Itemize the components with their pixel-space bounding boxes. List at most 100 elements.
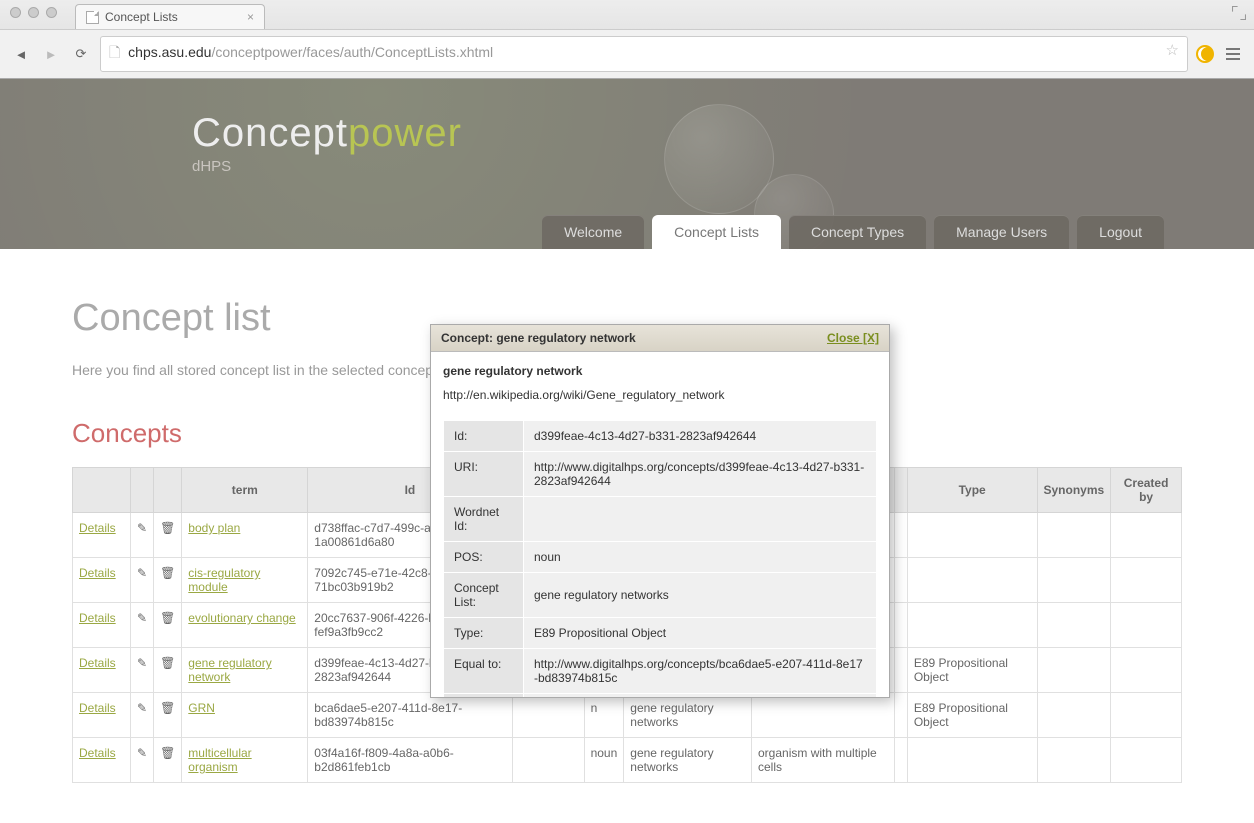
type-cell: E89 Propositional Object [907, 648, 1037, 693]
browser-chrome: Concept Lists × ◄ ► ⟳ 🗋 chps.asu.edu/con… [0, 0, 1254, 79]
detail-value [524, 497, 877, 542]
detail-value: gene regulatory networks [524, 573, 877, 618]
table-header-cell [154, 468, 182, 513]
wordnet-cell [512, 693, 584, 738]
close-tab-icon[interactable]: × [247, 10, 254, 24]
term-link[interactable]: cis-regulatory module [188, 566, 260, 594]
spare-cell [894, 603, 907, 648]
term-link[interactable]: gene regulatory network [188, 656, 271, 684]
list-cell: gene regulatory networks [624, 693, 752, 738]
createdby-cell [1111, 603, 1182, 648]
delete-icon[interactable]: 🗑 [154, 693, 182, 738]
id-cell: 03f4a16f-f809-4a8a-a0b6-b2d861feb1cb [308, 738, 512, 783]
detail-row: Equal to:http://www.digitalhps.org/conce… [444, 649, 877, 694]
type-cell [907, 738, 1037, 783]
reload-button[interactable]: ⟳ [70, 43, 92, 65]
createdby-cell [1111, 558, 1182, 603]
desc-cell: organism with multiple cells [752, 738, 895, 783]
table-header-cell [73, 468, 131, 513]
nav-tab-logout[interactable]: Logout [1077, 215, 1164, 249]
list-cell: gene regulatory networks [624, 738, 752, 783]
address-bar[interactable]: 🗋 chps.asu.edu/conceptpower/faces/auth/C… [100, 36, 1188, 72]
id-cell: bca6dae5-e207-411d-8e17-bd83974b815c [308, 693, 512, 738]
details-link[interactable]: Details [79, 521, 116, 535]
synonyms-cell [1037, 513, 1111, 558]
forward-button: ► [40, 43, 62, 65]
zoom-window-icon[interactable] [46, 7, 57, 18]
wordnet-cell [512, 738, 584, 783]
edit-icon[interactable]: ✎ [131, 603, 154, 648]
detail-value: http://www.digitalhps.org/concepts/bca6d… [524, 649, 877, 694]
detail-key: Id: [444, 421, 524, 452]
delete-icon[interactable]: 🗑 [154, 558, 182, 603]
table-row: Details ✎🗑 GRN bca6dae5-e207-411d-8e17-bd83… [73, 693, 1182, 738]
spare-cell [894, 513, 907, 558]
details-link[interactable]: Details [79, 656, 116, 670]
edit-icon[interactable]: ✎ [131, 738, 154, 783]
table-header-cell: Synonyms [1037, 468, 1111, 513]
details-link[interactable]: Details [79, 701, 116, 715]
edit-icon[interactable]: ✎ [131, 558, 154, 603]
nav-tab-manage-users[interactable]: Manage Users [934, 215, 1069, 249]
details-link[interactable]: Details [79, 566, 116, 580]
concept-detail-modal: Concept: gene regulatory network Close [… [430, 324, 890, 698]
delete-icon[interactable]: 🗑 [154, 513, 182, 558]
synonyms-cell [1037, 648, 1111, 693]
detail-row: Wordnet Id: [444, 497, 877, 542]
spare-cell [894, 558, 907, 603]
edit-icon[interactable]: ✎ [131, 693, 154, 738]
pos-cell: noun [584, 738, 624, 783]
detail-value: noun [524, 542, 877, 573]
term-link[interactable]: GRN [188, 701, 215, 715]
detail-row: Type:E89 Propositional Object [444, 618, 877, 649]
term-link[interactable]: evolutionary change [188, 611, 295, 625]
nav-tab-welcome[interactable]: Welcome [542, 215, 644, 249]
close-window-icon[interactable] [10, 7, 21, 18]
browser-tab[interactable]: Concept Lists × [75, 4, 265, 29]
table-header-cell: Type [907, 468, 1037, 513]
delete-icon[interactable]: 🗑 [154, 603, 182, 648]
details-link[interactable]: Details [79, 611, 116, 625]
synonyms-cell [1037, 738, 1111, 783]
main-nav: WelcomeConcept ListsConcept TypesManage … [542, 215, 1164, 249]
detail-key: Similar to: [444, 694, 524, 698]
nav-tab-concept-lists[interactable]: Concept Lists [652, 215, 781, 249]
createdby-cell [1111, 513, 1182, 558]
delete-icon[interactable]: 🗑 [154, 738, 182, 783]
tab-title: Concept Lists [105, 10, 178, 24]
browser-menu-icon[interactable] [1222, 44, 1244, 64]
synonyms-cell [1037, 603, 1111, 648]
modal-header[interactable]: Concept: gene regulatory network Close [… [431, 325, 889, 352]
modal-close-link[interactable]: Close [X] [827, 331, 879, 345]
type-cell [907, 558, 1037, 603]
detail-value: http://www.digitalhps.org/concepts/d399f… [524, 452, 877, 497]
term-link[interactable]: body plan [188, 521, 240, 535]
desc-cell [752, 693, 895, 738]
synonyms-cell [1037, 558, 1111, 603]
detail-row: URI:http://www.digitalhps.org/concepts/d… [444, 452, 877, 497]
minimize-window-icon[interactable] [28, 7, 39, 18]
delete-icon[interactable]: 🗑 [154, 648, 182, 693]
detail-row: POS:noun [444, 542, 877, 573]
edit-icon[interactable]: ✎ [131, 513, 154, 558]
type-cell: E89 Propositional Object [907, 693, 1037, 738]
detail-row: Id:d399feae-4c13-4d27-b331-2823af942644 [444, 421, 877, 452]
spare-cell [894, 738, 907, 783]
nav-tab-concept-types[interactable]: Concept Types [789, 215, 926, 249]
extension-icon[interactable] [1196, 45, 1214, 63]
modal-title: Concept: gene regulatory network [441, 331, 636, 345]
createdby-cell [1111, 738, 1182, 783]
url-path: /conceptpower/faces/auth/ConceptLists.xh… [211, 44, 493, 60]
detail-key: Wordnet Id: [444, 497, 524, 542]
fullscreen-icon[interactable] [1232, 6, 1246, 20]
spare-cell [894, 648, 907, 693]
detail-value: E89 Propositional Object [524, 618, 877, 649]
edit-icon[interactable]: ✎ [131, 648, 154, 693]
bookmark-icon[interactable]: ☆ [1166, 41, 1179, 59]
url-host: chps.asu.edu [128, 44, 211, 60]
detail-key: Type: [444, 618, 524, 649]
back-button[interactable]: ◄ [10, 43, 32, 65]
term-link[interactable]: multicellular organism [188, 746, 251, 774]
details-link[interactable]: Details [79, 746, 116, 760]
modal-detail-table: Id:d399feae-4c13-4d27-b331-2823af942644U… [443, 420, 877, 697]
